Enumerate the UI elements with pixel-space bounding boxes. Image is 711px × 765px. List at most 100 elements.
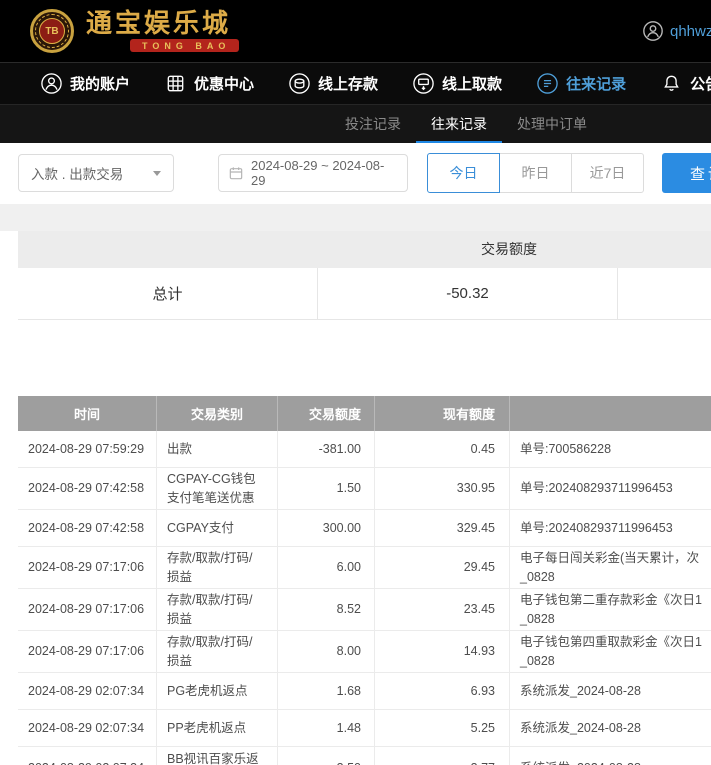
nav-item-withdraw[interactable]: 线上取款 [412,72,502,95]
cell-amount: 3.50 [278,747,375,765]
column-header-time: 时间 [18,396,157,431]
cell-type: PP老虎机返点 [157,710,278,746]
nav-item-label: 公告 [690,73,711,94]
transaction-type-select[interactable]: 入款 . 出款交易 [18,154,174,192]
nav-item-label: 线上存款 [318,73,378,94]
chevron-down-icon [153,171,161,176]
cell-balance: 330.95 [375,468,510,509]
brand-tb-monogram: TB [39,18,65,44]
summary-empty-cell [618,268,711,319]
cell-summary: 单号:202408293711996453 [510,468,711,509]
summary-total-value: -50.32 [318,268,618,319]
cell-balance: 5.25 [375,710,510,746]
cell-type: 存款/取款/打码/ 损益 [157,547,278,588]
table-row: 2024-08-29 07:42:58 CGPAY-CG钱包 支付笔笔送优惠 1… [18,468,711,510]
date-range-input[interactable]: 2024-08-29 ~ 2024-08-29 [218,154,408,192]
cell-summary: 电子每日闯关彩金(当天累计，次 _0828 [510,547,711,588]
cell-summary: 单号:202408293711996453 [510,510,711,546]
cell-amount: 8.52 [278,589,375,630]
nav-item-my-account[interactable]: 我的账户 [40,72,130,95]
column-header-amount: 交易额度 [278,396,375,431]
record-tabs: 投注记录 往来记录 处理中订单 [330,105,602,144]
withdraw-money-icon [412,72,435,95]
column-header-summary: 摘要 [510,396,711,431]
nav-item-deposit[interactable]: 线上存款 [288,72,378,95]
cell-amount: 1.48 [278,710,375,746]
tab-processing-orders[interactable]: 处理中订单 [502,105,602,144]
table-row: 2024-08-29 07:17:06 存款/取款/打码/ 损益 8.00 14… [18,631,711,673]
cell-amount: 300.00 [278,510,375,546]
user-avatar-icon [642,20,664,42]
cell-time: 2024-08-29 02:07:34 [18,673,157,709]
cell-type: 存款/取款/打码/ 损益 [157,631,278,672]
summary-total-label: 总计 [18,268,318,319]
table-row: 2024-08-29 07:42:58 CGPAY支付 300.00 329.4… [18,510,711,547]
cell-type: 出款 [157,431,278,467]
tab-betting-records[interactable]: 投注记录 [330,105,416,144]
username: qhhwz [670,23,711,40]
date-range-value: 2024-08-29 ~ 2024-08-29 [251,158,398,188]
transaction-type-value: 入款 . 出款交易 [31,163,123,183]
cell-balance: 29.45 [375,547,510,588]
cell-balance: 0.45 [375,431,510,467]
promotions-grid-icon [164,72,187,95]
account-icon [40,72,63,95]
nav-item-records[interactable]: 往来记录 [536,72,626,95]
cell-type: 存款/取款/打码/ 损益 [157,589,278,630]
cell-summary: 系统派发_2024-08-28 [510,673,711,709]
cell-time: 2024-08-29 07:17:06 [18,589,157,630]
search-button[interactable]: 查询 [662,153,711,193]
tab-transaction-records[interactable]: 往来记录 [416,105,502,144]
cell-balance: 6.93 [375,673,510,709]
cell-time: 2024-08-29 02:07:34 [18,747,157,765]
quick-range-group: 今日 昨日 近7日 [427,153,644,193]
column-header-balance: 现有额度 [375,396,510,431]
cell-amount: 6.00 [278,547,375,588]
quick-today-button[interactable]: 今日 [427,153,500,193]
nav-item-label: 我的账户 [70,73,130,94]
nav-item-promotions[interactable]: 优惠中心 [164,72,254,95]
table-row: 2024-08-29 07:59:29 出款 -381.00 0.45 单号:7… [18,431,711,468]
cell-type: BB视讯百家乐返 点 [157,747,278,765]
cell-time: 2024-08-29 07:17:06 [18,547,157,588]
cell-type: CGPAY支付 [157,510,278,546]
summary-header: 交易额度 [18,231,711,268]
section-divider [0,204,711,231]
records-list-icon [536,72,559,95]
calendar-icon [228,165,244,181]
nav-item-label: 线上取款 [442,73,502,94]
brand-coin-icon: TB [30,9,74,53]
nav-item-label: 往来记录 [566,73,626,94]
cell-amount: 8.00 [278,631,375,672]
quick-yesterday-button[interactable]: 昨日 [499,153,572,193]
brand-text: 通宝娱乐城 TONG BAO [86,10,239,52]
cell-time: 2024-08-29 07:42:58 [18,510,157,546]
column-header-type: 交易类别 [157,396,278,431]
page: TB 通宝娱乐城 TONG BAO qhhwz [0,0,711,765]
sub-nav: 投注记录 往来记录 处理中订单 [0,104,711,143]
table-row: 2024-08-29 07:17:06 存款/取款/打码/ 损益 6.00 29… [18,547,711,589]
cell-summary: 电子钱包第四重取款彩金《次日1 _0828 [510,631,711,672]
table-row: 2024-08-29 07:17:06 存款/取款/打码/ 损益 8.52 23… [18,589,711,631]
brand-name-en: TONG BAO [130,39,239,52]
cell-type: PG老虎机返点 [157,673,278,709]
brand-logo[interactable]: TB 通宝娱乐城 TONG BAO [30,9,239,53]
quick-last7days-button[interactable]: 近7日 [571,153,644,193]
cell-type: CGPAY-CG钱包 支付笔笔送优惠 [157,468,278,509]
cell-time: 2024-08-29 07:59:29 [18,431,157,467]
summary-total-row: 总计 -50.32 [18,268,711,320]
cell-time: 2024-08-29 07:17:06 [18,631,157,672]
cell-time: 2024-08-29 02:07:34 [18,710,157,746]
cell-summary: 电子钱包第二重存款彩金《次日1 _0828 [510,589,711,630]
filter-bar: 入款 . 出款交易 2024-08-29 ~ 2024-08-29 今日 昨日 … [0,143,711,204]
deposit-coin-icon [288,72,311,95]
cell-balance: 14.93 [375,631,510,672]
main-nav: 我的账户 优惠中心 线上存款 [0,62,711,104]
cell-summary: 单号:700586228 [510,431,711,467]
nav-item-label: 优惠中心 [194,73,254,94]
nav-item-announcements[interactable]: 公告 [660,72,711,95]
cell-balance: 3.77 [375,747,510,765]
cell-balance: 329.45 [375,510,510,546]
user-account[interactable]: qhhwz [642,0,711,62]
bell-icon [660,72,683,95]
